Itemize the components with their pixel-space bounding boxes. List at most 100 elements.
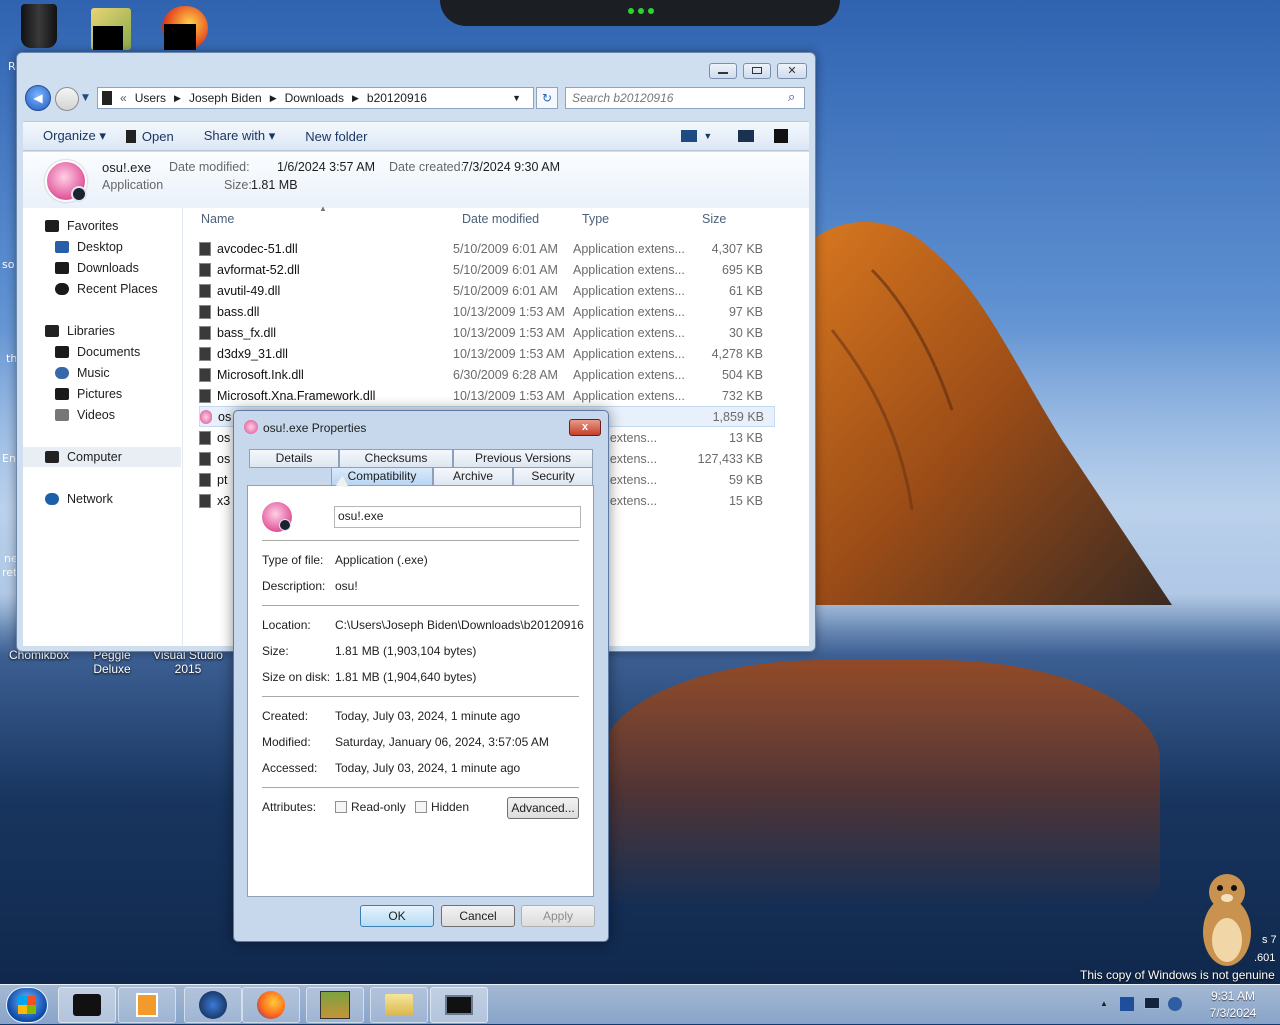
- close-button[interactable]: ✕: [777, 63, 807, 79]
- dialog-close-button[interactable]: x: [569, 419, 601, 436]
- search-input[interactable]: Search b20120916: [565, 87, 805, 109]
- table-row[interactable]: avformat-52.dll 5/10/2009 6:01 AM Applicat…: [199, 259, 775, 280]
- checkbox-icon[interactable]: [415, 801, 427, 813]
- details-size-label: Size:: [224, 178, 252, 192]
- column-header-size[interactable]: Size: [702, 212, 726, 226]
- nav-computer[interactable]: Computer: [23, 447, 181, 467]
- view-dropdown-icon[interactable]: ▼: [703, 131, 712, 141]
- tab-security[interactable]: Security: [513, 467, 593, 486]
- nav-network[interactable]: Network: [45, 489, 113, 509]
- ok-button[interactable]: OK: [360, 905, 434, 927]
- address-dropdown-icon[interactable]: ▼: [512, 93, 521, 103]
- nav-documents[interactable]: Documents: [55, 342, 140, 362]
- filename-field[interactable]: osu!.exe: [334, 506, 581, 528]
- breadcrumb-current[interactable]: b20120916: [367, 91, 427, 105]
- file-date: 5/10/2009 6:01 AM: [453, 241, 558, 256]
- preview-pane-icon[interactable]: [738, 130, 755, 142]
- column-header-date[interactable]: Date modified: [462, 212, 539, 226]
- taskbar-app-game[interactable]: [306, 987, 364, 1023]
- nav-recent-places[interactable]: Recent Places: [55, 279, 158, 299]
- folder-icon: [385, 994, 413, 1016]
- back-button[interactable]: ◀: [25, 85, 51, 111]
- table-row[interactable]: Microsoft.Ink.dll 6/30/2009 6:28 AM Applic…: [199, 364, 775, 385]
- search-icon[interactable]: ⌕: [788, 90, 795, 105]
- refresh-icon[interactable]: ↻: [536, 87, 558, 109]
- recent-pages-dropdown-icon[interactable]: ▼: [82, 93, 89, 103]
- table-row[interactable]: Microsoft.Xna.Framework.dll 10/13/2009 1:…: [199, 385, 775, 406]
- nav-videos[interactable]: Videos: [55, 405, 115, 425]
- checkbox-icon[interactable]: [335, 801, 347, 813]
- accessed-label: Accessed:: [262, 761, 318, 775]
- view-options-icon[interactable]: [681, 130, 698, 142]
- file-date: 10/13/2009 1:53 AM: [453, 304, 565, 319]
- chevron-right-icon[interactable]: ▶: [174, 93, 181, 104]
- hidden-checkbox[interactable]: Hidden: [415, 800, 469, 814]
- start-button[interactable]: [6, 987, 48, 1023]
- table-row[interactable]: bass.dll 10/13/2009 1:53 AM Application ex…: [199, 301, 775, 322]
- open-button[interactable]: Open: [125, 129, 174, 144]
- table-row[interactable]: bass_fx.dll 10/13/2009 1:53 AM Application…: [199, 322, 775, 343]
- tray-expand-icon[interactable]: ▲: [1100, 999, 1108, 1008]
- apply-button[interactable]: Apply: [521, 905, 595, 927]
- forward-button[interactable]: [55, 87, 79, 111]
- taskbar-app-globe[interactable]: [184, 987, 242, 1023]
- clock-date[interactable]: 7/3/2024: [1198, 1006, 1268, 1020]
- file-name: avcodec-51.dll: [217, 241, 298, 256]
- open-icon: [125, 129, 136, 143]
- table-row[interactable]: avutil-49.dll 5/10/2009 6:01 AM Applicatio…: [199, 280, 775, 301]
- network-icon[interactable]: [1144, 997, 1160, 1009]
- nav-pictures[interactable]: Pictures: [55, 384, 122, 404]
- table-row[interactable]: avcodec-51.dll 5/10/2009 6:01 AM Applicati…: [199, 238, 775, 259]
- desktop-icon-label[interactable]: Visual Studio 2015: [150, 648, 226, 676]
- breadcrumb-user[interactable]: Joseph Biden: [189, 91, 262, 105]
- windows-logo-icon: [18, 996, 36, 1014]
- details-pane: osu!.exe Application Date modified: 1/6/…: [23, 152, 809, 208]
- chevron-right-icon[interactable]: ▶: [270, 93, 277, 104]
- advanced-button[interactable]: Advanced...: [507, 797, 579, 819]
- volume-icon[interactable]: [1168, 997, 1182, 1011]
- nav-music[interactable]: Music: [55, 363, 110, 383]
- tab-details[interactable]: Details: [249, 449, 339, 468]
- taskbar-app-firefox[interactable]: [242, 987, 300, 1023]
- desktop-icon-label[interactable]: Peggle Deluxe: [84, 648, 140, 676]
- readonly-checkbox[interactable]: Read-only: [335, 800, 406, 814]
- taskbar-app-explorer[interactable]: [58, 987, 116, 1023]
- action-center-icon[interactable]: [1120, 997, 1134, 1011]
- table-row[interactable]: d3dx9_31.dll 10/13/2009 1:53 AM Applicatio…: [199, 343, 775, 364]
- tab-checksums[interactable]: Checksums: [339, 449, 453, 468]
- folder-shortcut-icon[interactable]: [86, 8, 136, 56]
- media-app-icon[interactable]: [160, 6, 210, 54]
- nav-downloads[interactable]: Downloads: [55, 258, 139, 278]
- clock-time[interactable]: 9:31 AM: [1198, 989, 1268, 1003]
- breadcrumb-overflow[interactable]: «: [120, 91, 127, 105]
- nav-desktop[interactable]: Desktop: [55, 237, 123, 257]
- taskbar-app-properties[interactable]: [430, 987, 488, 1023]
- taskbar-app-folders[interactable]: [370, 987, 428, 1023]
- new-folder-button[interactable]: New folder: [305, 129, 367, 144]
- osu-app-icon: [262, 502, 292, 532]
- column-header-name[interactable]: Name: [201, 212, 234, 226]
- column-header-type[interactable]: Type: [582, 212, 609, 226]
- chevron-right-icon[interactable]: ▶: [352, 93, 359, 104]
- share-with-menu[interactable]: Share with ▾: [194, 128, 276, 144]
- taskbar-app-media[interactable]: [118, 987, 176, 1023]
- cancel-button[interactable]: Cancel: [441, 905, 515, 927]
- nav-favorites[interactable]: Favorites: [45, 216, 118, 236]
- attributes-label: Attributes:: [262, 800, 317, 814]
- breadcrumb-downloads[interactable]: Downloads: [285, 91, 344, 105]
- nav-libraries[interactable]: Libraries: [45, 321, 115, 341]
- maximize-button[interactable]: [743, 63, 771, 79]
- tab-previous-versions[interactable]: Previous Versions: [453, 449, 593, 468]
- minimize-button[interactable]: [709, 63, 737, 79]
- organize-label: Organize: [43, 128, 96, 143]
- organize-menu[interactable]: Organize ▾: [43, 128, 106, 144]
- file-date: 5/10/2009 6:01 AM: [453, 262, 558, 277]
- address-bar[interactable]: « Users ▶ Joseph Biden ▶ Downloads ▶ b20…: [97, 87, 534, 109]
- tab-archive[interactable]: Archive: [433, 467, 513, 486]
- pictures-icon: [55, 388, 69, 400]
- breadcrumb-users[interactable]: Users: [135, 91, 166, 105]
- help-icon[interactable]: [774, 129, 789, 143]
- recycle-bin-icon[interactable]: [14, 4, 64, 52]
- file-type: Application extens...: [573, 283, 685, 298]
- file-size: 127,433 KB: [697, 451, 763, 466]
